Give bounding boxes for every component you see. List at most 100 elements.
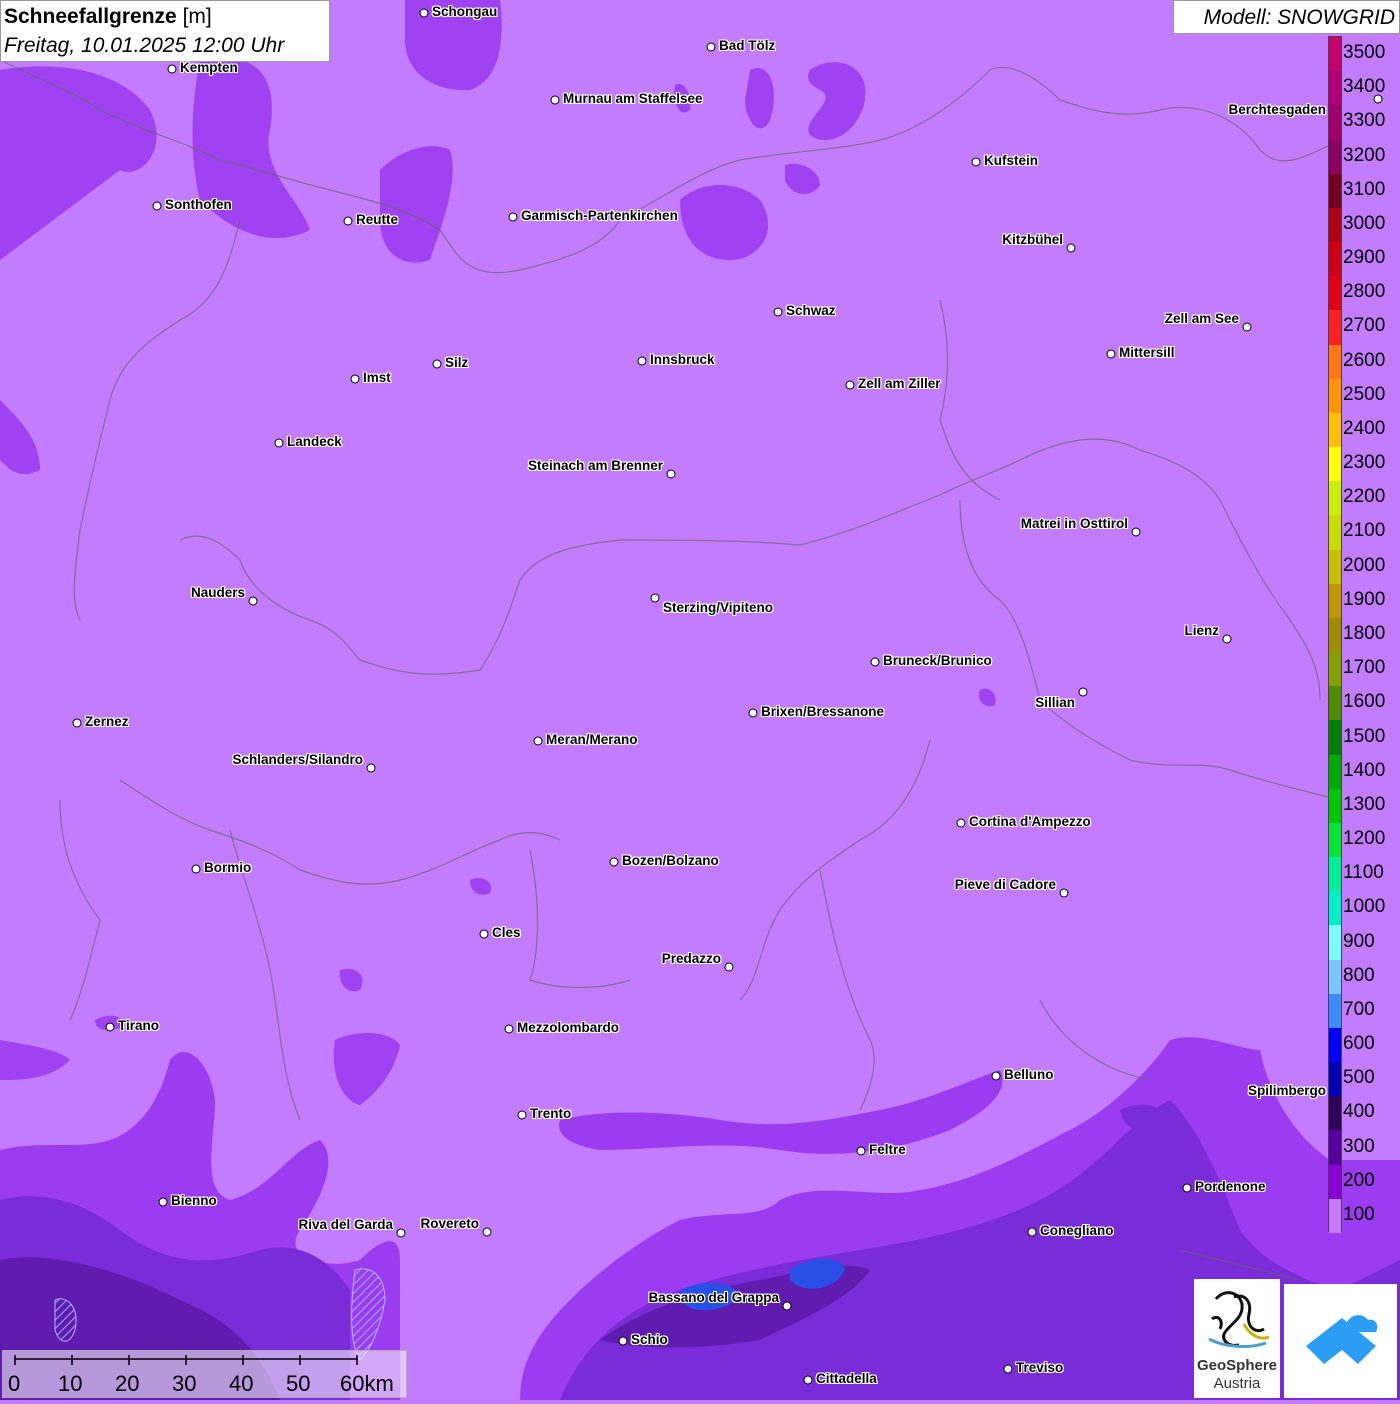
city-marker[interactable] bbox=[666, 469, 676, 479]
city-marker[interactable] bbox=[274, 438, 284, 448]
map-title-unit: [m] bbox=[182, 5, 212, 28]
city-label: Sonthofen bbox=[165, 197, 232, 212]
city-marker[interactable] bbox=[72, 718, 82, 728]
legend-label: 500 bbox=[1343, 1067, 1375, 1089]
legend-label: 2100 bbox=[1343, 520, 1386, 542]
city-marker[interactable] bbox=[870, 657, 880, 667]
city-marker[interactable] bbox=[1059, 888, 1069, 898]
geosphere-logo[interactable]: GeoSphere Austria bbox=[1194, 1279, 1280, 1398]
city-label: Garmisch-Partenkirchen bbox=[521, 208, 678, 223]
legend-label: 2300 bbox=[1343, 452, 1386, 474]
city-marker[interactable] bbox=[856, 1146, 866, 1156]
city-marker[interactable] bbox=[550, 95, 560, 105]
city-marker[interactable] bbox=[609, 857, 619, 867]
city-marker[interactable] bbox=[419, 8, 429, 18]
legend-label: 3200 bbox=[1343, 144, 1386, 166]
city-marker[interactable] bbox=[366, 763, 376, 773]
city-marker[interactable] bbox=[350, 374, 360, 384]
city-marker[interactable] bbox=[991, 1071, 1001, 1081]
city-marker[interactable] bbox=[152, 201, 162, 211]
city-label: Riva del Garda bbox=[298, 1217, 393, 1232]
city-label: Landeck bbox=[287, 434, 342, 449]
city-label: Meran/Merano bbox=[546, 732, 638, 747]
city-marker[interactable] bbox=[504, 1024, 514, 1034]
legend-color-cell bbox=[1329, 1096, 1341, 1131]
city-marker[interactable] bbox=[782, 1301, 792, 1311]
city-marker[interactable] bbox=[343, 216, 353, 226]
city-label: Bad Tölz bbox=[719, 38, 776, 53]
city-marker[interactable] bbox=[158, 1197, 168, 1207]
city-marker[interactable] bbox=[105, 1022, 115, 1032]
city-marker[interactable] bbox=[1078, 687, 1088, 697]
city-label: Bienno bbox=[171, 1193, 217, 1208]
city-marker[interactable] bbox=[1066, 243, 1076, 253]
city-label: Sillian bbox=[1035, 695, 1075, 710]
legend-label: 3000 bbox=[1343, 212, 1386, 234]
legend-label: 2400 bbox=[1343, 417, 1386, 439]
city-marker[interactable] bbox=[1222, 634, 1232, 644]
city-marker[interactable] bbox=[482, 1227, 492, 1237]
city-marker[interactable] bbox=[167, 64, 177, 74]
city-marker[interactable] bbox=[533, 736, 543, 746]
city-marker[interactable] bbox=[748, 708, 758, 718]
city-marker[interactable] bbox=[1131, 527, 1141, 537]
city-marker[interactable] bbox=[1242, 322, 1252, 332]
legend-color-cell bbox=[1329, 1027, 1341, 1063]
city-label: Tirano bbox=[118, 1018, 160, 1033]
city-label: Nauders bbox=[190, 585, 245, 600]
city-marker[interactable] bbox=[803, 1375, 813, 1385]
legend-label: 2800 bbox=[1343, 281, 1386, 303]
city-label: Lienz bbox=[1184, 623, 1219, 638]
city-label: Schlanders/Silandro bbox=[232, 752, 363, 767]
city-marker[interactable] bbox=[432, 359, 442, 369]
city-marker[interactable] bbox=[1106, 349, 1116, 359]
city-marker[interactable] bbox=[971, 157, 981, 167]
city-label: Schwaz bbox=[786, 303, 836, 318]
city-label: Reutte bbox=[356, 212, 399, 227]
city-marker[interactable] bbox=[618, 1336, 628, 1346]
legend-color-cell bbox=[1329, 993, 1341, 1029]
city-marker[interactable] bbox=[1027, 1227, 1037, 1237]
city-marker[interactable] bbox=[396, 1228, 406, 1238]
city-label: Innsbruck bbox=[650, 352, 715, 367]
legend-color-cell bbox=[1329, 412, 1341, 448]
color-legend bbox=[1328, 36, 1342, 1234]
city-marker[interactable] bbox=[508, 212, 518, 222]
app-logo[interactable] bbox=[1284, 1284, 1397, 1398]
city-marker[interactable] bbox=[650, 593, 660, 603]
city-label: Trento bbox=[530, 1106, 572, 1121]
city-marker[interactable] bbox=[724, 962, 734, 972]
model-box: Modell: SNOWGRID bbox=[1173, 0, 1400, 34]
city-marker[interactable] bbox=[248, 596, 258, 606]
map-title: Schneefallgrenze [m] bbox=[4, 5, 212, 29]
scale-label: 30 bbox=[172, 1371, 197, 1396]
city-label: Brixen/Bressanone bbox=[761, 704, 885, 719]
legend-label: 2000 bbox=[1343, 554, 1386, 576]
city-marker[interactable] bbox=[479, 929, 489, 939]
city-marker[interactable] bbox=[637, 356, 647, 366]
legend-color-cell bbox=[1329, 344, 1341, 380]
city-label: Mittersill bbox=[1119, 345, 1175, 360]
legend-label: 3500 bbox=[1343, 42, 1386, 64]
geosphere-logo-subtext: Austria bbox=[1213, 1375, 1261, 1392]
city-marker[interactable] bbox=[1003, 1364, 1013, 1374]
city-marker[interactable] bbox=[845, 380, 855, 390]
city-marker[interactable] bbox=[956, 818, 966, 828]
city-label: Bruneck/Brunico bbox=[883, 653, 992, 668]
mountain-app-icon bbox=[1306, 1315, 1378, 1364]
city-marker[interactable] bbox=[1182, 1183, 1192, 1193]
legend-color-cell bbox=[1329, 583, 1341, 619]
city-label: Cles bbox=[492, 925, 521, 940]
city-marker[interactable] bbox=[773, 307, 783, 317]
scale-label: 50 bbox=[286, 1371, 311, 1396]
legend-color-cell bbox=[1329, 891, 1341, 926]
city-label: Conegliano bbox=[1040, 1223, 1114, 1238]
legend-label: 1000 bbox=[1343, 896, 1386, 918]
city-marker[interactable] bbox=[1373, 94, 1383, 104]
city-marker[interactable] bbox=[706, 42, 716, 52]
legend-label: 2900 bbox=[1343, 247, 1386, 269]
city-marker[interactable] bbox=[191, 864, 201, 874]
legend-label: 200 bbox=[1343, 1169, 1375, 1191]
city-marker[interactable] bbox=[517, 1110, 527, 1120]
city-label: Zell am Ziller bbox=[858, 376, 941, 391]
